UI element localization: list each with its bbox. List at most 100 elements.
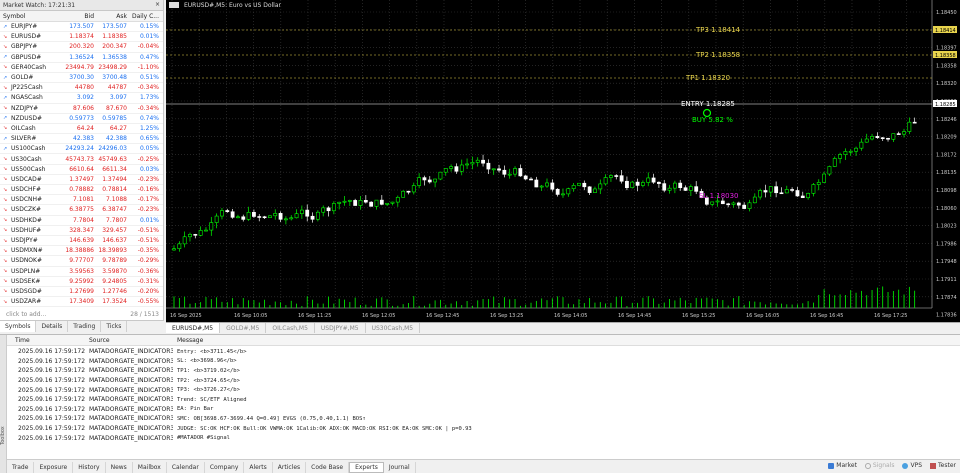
candle-body [390, 201, 395, 204]
candle-body [768, 186, 773, 193]
toolbox-tab-news[interactable]: News [106, 461, 133, 473]
toolbox-tab-alerts[interactable]: Alerts [244, 461, 273, 473]
log-row[interactable]: 2025.09.16 17:59:172 MATADORGATE_INDICATO… [7, 405, 960, 415]
log-row[interactable]: 2025.09.16 17:59:172 MATADORGATE_INDICATO… [7, 424, 960, 434]
toolbox-tab-articles[interactable]: Articles [273, 461, 307, 473]
chart-tab-usdjpy[interactable]: USDJPY#,M5 [315, 323, 366, 333]
bid-cell: 64.24 [76, 124, 94, 132]
toolbox-side-bar[interactable]: Toolbox [0, 335, 7, 473]
market-watch-row[interactable]: ↘ USDNOK# 9.77707 9.78789 -0.29% [0, 256, 163, 267]
market-watch-row[interactable]: ↘ USDPLN# 3.59563 3.59870 -0.36% [0, 267, 163, 277]
market-watch-row[interactable]: ↘ USDHUF# 328.347 329.457 -0.51% [0, 226, 163, 236]
market-watch-row[interactable]: ↗ US100Cash 24293.24 24296.03 0.05% [0, 144, 163, 155]
candle-body [411, 185, 416, 193]
toolbox-tab-journal[interactable]: Journal [384, 461, 416, 473]
candle-body [204, 229, 208, 232]
candle-body [209, 222, 214, 231]
log-row[interactable]: 2025.09.16 17:59:172 MATADORGATE_INDICATO… [7, 433, 960, 443]
market-watch-row[interactable]: ↘ USDMXN# 18.38886 18.39893 -0.35% [0, 246, 163, 257]
log-row[interactable]: 2025.09.16 17:59:172 MATADORGATE_INDICATO… [7, 376, 960, 386]
toolbox-tab-experts[interactable]: Experts [349, 461, 384, 473]
market-watch-row[interactable]: ↘ OILCash 64.24 64.27 1.25% [0, 124, 163, 135]
market-watch-row[interactable]: ↘ USDSEK# 9.25992 9.24805 -0.31% [0, 277, 163, 287]
toolbox-tab-mailbox[interactable]: Mailbox [133, 461, 167, 473]
tab-symbols[interactable]: Symbols [0, 321, 37, 332]
column-header-ask[interactable]: Ask [96, 13, 129, 20]
add-symbol-label[interactable]: click to add... [6, 311, 46, 318]
vps-link[interactable]: VPS [902, 462, 922, 469]
symbol-count: 28 / 1513 [130, 310, 159, 318]
market-watch-row[interactable]: ↘ USDCZK# 6.38775 6.38747 -0.23% [0, 205, 163, 216]
chart-tab-oilcash[interactable]: OILCash,M5 [266, 323, 315, 333]
chart-tab-gold[interactable]: GOLD#,M5 [220, 323, 267, 333]
market-watch-row[interactable]: ↘ GER40Cash 23494.79 23498.29 -1.10% [0, 63, 163, 73]
buy-signal-label: BUY 5.82 % [692, 116, 733, 124]
market-watch-row[interactable]: ↘ EURUSD# 1.18374 1.18385 0.01% [0, 32, 163, 43]
market-watch-row[interactable]: ↗ GBPUSD# 1.36524 1.36538 0.47% [0, 53, 163, 63]
market-watch-row[interactable]: ↘ JP225Cash 44780 44787 -0.34% [0, 83, 163, 94]
market-watch-row[interactable]: ↘ USDCNH# 7.1081 7.1088 -0.17% [0, 195, 163, 206]
market-watch-row[interactable]: ↗ GOLD# 3700.30 3700.48 0.51% [0, 73, 163, 84]
log-row[interactable]: 2025.09.16 17:59:172 MATADORGATE_INDICATO… [7, 395, 960, 405]
price-tick-label: 1.17836 [936, 313, 957, 319]
candle-body [385, 202, 390, 205]
market-watch-row[interactable]: ↗ NGASCash 3.092 3.097 1.73% [0, 93, 163, 104]
toolbox-tab-trade[interactable]: Trade [7, 461, 35, 473]
candle-body [864, 138, 869, 143]
tab-details[interactable]: Details [36, 321, 69, 332]
candle-body [449, 166, 453, 169]
candle-body [268, 215, 272, 218]
tester-link[interactable]: Tester [930, 462, 956, 469]
market-watch-row[interactable]: ↘ GBPJPY# 200.320 200.347 -0.04% [0, 42, 163, 53]
log-row[interactable]: 2025.09.16 17:59:172 MATADORGATE_INDICATO… [7, 347, 960, 357]
tab-trading[interactable]: Trading [68, 321, 102, 332]
chart-tab-eurusd[interactable]: EURUSD#,M5 [166, 323, 221, 333]
arrow-down-icon: ↘ [3, 84, 8, 91]
arrow-up-icon: ↗ [3, 74, 8, 81]
bid-cell: 200.320 [69, 43, 94, 51]
column-header-time[interactable]: Time [7, 337, 85, 344]
market-watch-row[interactable]: ↘ NZDJPY# 87.606 87.670 -0.34% [0, 104, 163, 114]
symbol-name: USDCZK# [11, 206, 42, 214]
market-watch-row[interactable]: ↘ USDZAR# 17.3409 17.3524 -0.55% [0, 297, 163, 308]
candle-body [555, 188, 560, 195]
market-watch-add-row[interactable]: click to add... 28 / 1513 [0, 309, 163, 319]
market-watch-row[interactable]: ↗ EURJPY# 173.507 173.507 0.15% [0, 22, 163, 33]
symbol-cell: ↘ USDSGD# [0, 288, 63, 295]
chart-tab-us30cash[interactable]: US30Cash,M5 [366, 323, 421, 333]
log-source: MATADORGATE_INDICATOR3 (... [89, 405, 173, 413]
toolbox-tab-code-base[interactable]: Code Base [306, 461, 350, 473]
arrow-down-icon: ↘ [3, 176, 8, 183]
daily-change-cell: -0.29% [137, 257, 159, 265]
log-row[interactable]: 2025.09.16 17:59:172 MATADORGATE_INDICATO… [7, 414, 960, 424]
market-watch-row[interactable]: ↘ USDCHF# 0.78882 0.78814 -0.16% [0, 185, 163, 196]
column-header-message[interactable]: Message [173, 337, 203, 344]
market-watch-row[interactable]: ↘ US500Cash 6610.64 6611.34 0.03% [0, 165, 163, 175]
symbol-name: USDNOK# [11, 257, 42, 265]
toolbox-tab-calendar[interactable]: Calendar [167, 461, 205, 473]
close-icon[interactable]: × [155, 1, 160, 9]
market-watch-row[interactable]: ↗ SILVER# 42.383 42.388 0.65% [0, 134, 163, 145]
toolbox-tab-history[interactable]: History [73, 461, 106, 473]
toolbox-tab-company[interactable]: Company [205, 461, 245, 473]
market-watch-row[interactable]: ↘ US30Cash 45743.73 45749.63 -0.25% [0, 154, 163, 165]
chart-canvas[interactable]: 1.184501.184141.183971.183581.183201.182… [166, 0, 960, 322]
market-watch-row[interactable]: ↘ USDCAD# 1.37497 1.37494 -0.23% [0, 175, 163, 185]
column-header-daily-change[interactable]: Daily C... [129, 13, 162, 20]
price-chart[interactable]: 1.184501.184141.183971.183581.183201.182… [166, 0, 960, 322]
log-row[interactable]: 2025.09.16 17:59:172 MATADORGATE_INDICATO… [7, 366, 960, 376]
candle-body [486, 162, 491, 170]
column-header-bid[interactable]: Bid [63, 13, 96, 20]
signals-link[interactable]: Signals [864, 462, 894, 469]
market-watch-row[interactable]: ↘ USDSGD# 1.27699 1.27746 -0.20% [0, 287, 163, 298]
market-watch-row[interactable]: ↗ NZDUSD# 0.59773 0.59785 0.74% [0, 114, 163, 124]
column-header-symbol[interactable]: Symbol [0, 13, 63, 20]
tab-ticks[interactable]: Ticks [101, 321, 128, 332]
log-row[interactable]: 2025.09.16 17:59:172 MATADORGATE_INDICATO… [7, 357, 960, 367]
toolbox-tab-exposure[interactable]: Exposure [34, 461, 74, 473]
log-row[interactable]: 2025.09.16 17:59:172 MATADORGATE_INDICATO… [7, 385, 960, 395]
market-watch-row[interactable]: ↘ USDJPY# 146.639 146.637 -0.51% [0, 236, 163, 247]
market-watch-row[interactable]: ↘ USDHKD# 7.7804 7.7807 0.01% [0, 216, 163, 226]
market-link[interactable]: Market [828, 462, 857, 469]
column-header-source[interactable]: Source [85, 337, 173, 344]
